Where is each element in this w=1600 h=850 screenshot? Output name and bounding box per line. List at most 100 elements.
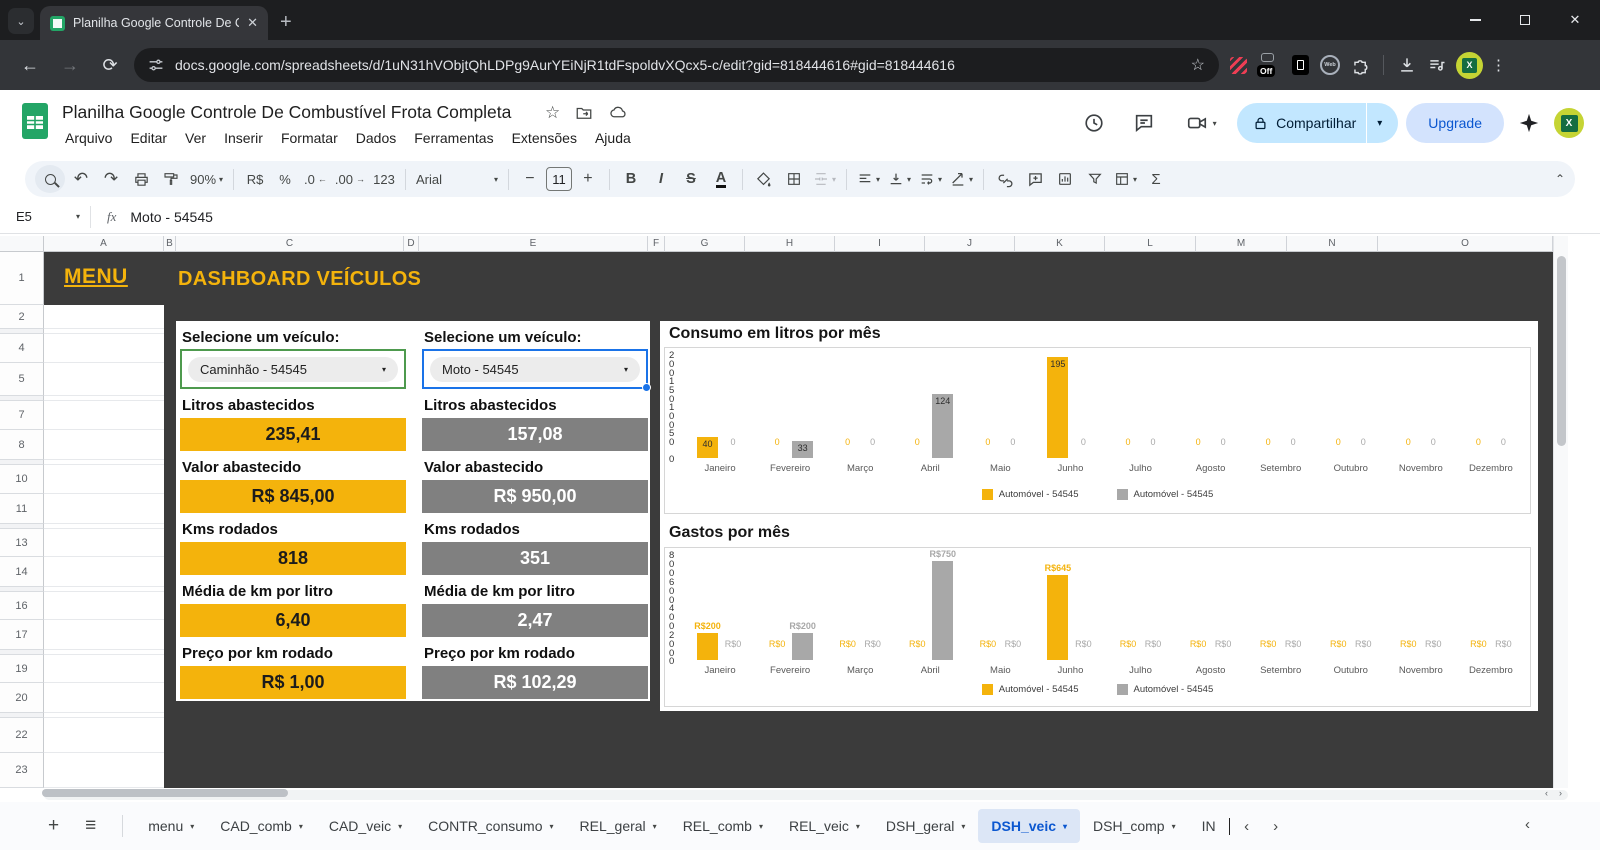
menu-extensões[interactable]: Extensões [503,126,586,150]
font-select[interactable]: Arial ▾ [413,165,501,193]
column-header-K[interactable]: K [1015,236,1105,252]
sheet-tab-DSH_veic[interactable]: DSH_veic ▾ [978,809,1081,843]
undo-button[interactable]: ↶ [67,165,95,193]
horizontal-scrollbar[interactable]: ‹ › [0,788,1600,802]
sheet-tab-CAD_comb[interactable]: CAD_comb ▾ [207,809,316,843]
column-a-cell[interactable] [44,334,164,363]
create-filter-button[interactable] [1081,165,1109,193]
move-folder-icon[interactable] [575,104,593,122]
new-tab-button[interactable]: + [280,12,292,32]
vertical-scrollbar[interactable] [1553,236,1568,788]
column-a-cell[interactable] [44,655,164,683]
comments-icon[interactable] [1123,102,1165,144]
italic-button[interactable]: I [647,165,675,193]
sheet-tab-CAD_veic[interactable]: CAD_veic ▾ [316,809,415,843]
upgrade-button[interactable]: Upgrade [1406,103,1504,143]
formula-input[interactable]: Moto - 54545 [130,209,213,225]
menu-arquivo[interactable]: Arquivo [56,126,121,150]
column-a-cell[interactable] [44,557,164,587]
star-document-icon[interactable]: ☆ [545,103,560,123]
row-header-5[interactable]: 5 [0,363,44,396]
vertical-scrollbar-thumb[interactable] [1557,256,1566,446]
column-header-B[interactable]: B [164,236,176,252]
row-header-19[interactable]: 19 [0,655,44,683]
column-a-cell[interactable] [44,494,164,524]
address-bar[interactable]: docs.google.com/spreadsheets/d/1uN31hVOb… [134,48,1219,82]
row-header-14[interactable]: 14 [0,557,44,587]
borders-button[interactable] [780,165,808,193]
decrease-decimal-button[interactable]: .0 ← [301,165,330,193]
scroll-left-icon[interactable]: ‹ [1545,788,1548,798]
horizontal-scrollbar-thumb[interactable] [42,789,288,797]
more-formats-button[interactable]: 123 [370,165,398,193]
row-header-20[interactable]: 20 [0,683,44,713]
meet-camera-icon[interactable]: ▾ [1173,102,1229,144]
font-size-input[interactable]: 11 [545,167,572,191]
format-currency-button[interactable]: R$ [241,165,269,193]
vehicle-dropdown-right[interactable]: Moto - 54545 ▾ [422,349,651,392]
row-header-1[interactable]: 1 [0,252,44,305]
functions-button[interactable]: Σ [1142,165,1170,193]
extension-doc-icon[interactable] [1289,54,1311,76]
column-a-cell[interactable] [44,753,164,788]
column-header-H[interactable]: H [745,236,835,252]
table-views-button[interactable]: ▾ [1111,165,1140,193]
sheets-logo[interactable] [21,102,49,140]
increase-decimal-button[interactable]: .00 → [332,165,368,193]
menu-link[interactable]: MENU [64,265,128,289]
tabs-scroll-left-icon[interactable]: ‹ [1244,818,1249,835]
menu-dados[interactable]: Dados [347,126,405,150]
paint-format-button[interactable] [157,165,185,193]
document-title[interactable]: Planilha Google Controle De Combustível … [62,102,511,123]
vehicle-dropdown-left[interactable]: Caminhão - 54545 ▾ [180,349,406,389]
select-all-corner[interactable] [0,236,44,252]
extension-red-icon[interactable] [1227,54,1249,76]
row-header-7[interactable]: 7 [0,401,44,430]
bold-button[interactable]: B [617,165,645,193]
browser-menu-icon[interactable]: ⋮ [1491,56,1506,74]
bookmark-star-icon[interactable]: ☆ [1191,55,1205,75]
menu-formatar[interactable]: Formatar [272,126,347,150]
menu-ajuda[interactable]: Ajuda [586,126,640,150]
row-header-13[interactable]: 13 [0,529,44,557]
add-sheet-icon[interactable]: + [48,815,59,837]
fill-color-button[interactable] [750,165,778,193]
sheet-tab-DSH_geral[interactable]: DSH_geral ▾ [873,809,979,843]
media-queue-icon[interactable] [1426,54,1448,76]
insert-comment-button[interactable] [1021,165,1049,193]
sheet-tab-IN[interactable]: IN [1189,809,1229,843]
forward-button[interactable]: → [54,49,86,81]
column-header-D[interactable]: D [404,236,419,252]
minimize-button[interactable] [1450,0,1500,40]
column-a-cell[interactable] [44,718,164,753]
increase-font-button[interactable]: + [574,165,602,193]
tab-close-icon[interactable]: ✕ [247,15,258,31]
sheet-tab-REL_geral[interactable]: REL_geral ▾ [567,809,670,843]
reload-button[interactable]: ⟳ [94,49,126,81]
column-a-cell[interactable] [44,430,164,460]
vertical-align-button[interactable]: ▾ [885,165,914,193]
decrease-font-button[interactable]: − [516,165,544,193]
row-header-4[interactable]: 4 [0,334,44,363]
row-header-10[interactable]: 10 [0,465,44,494]
format-percent-button[interactable]: % [271,165,299,193]
downloads-icon[interactable] [1396,54,1418,76]
horizontal-align-button[interactable]: ▾ [854,165,883,193]
gemini-spark-icon[interactable] [1518,112,1540,134]
sheet-tab-CONTR_consumo[interactable]: CONTR_consumo ▾ [415,809,566,843]
column-a-cell[interactable] [44,363,164,396]
profile-avatar[interactable]: X [1456,51,1483,79]
sheet-tab-menu[interactable]: menu ▾ [135,809,207,843]
row-header-22[interactable]: 22 [0,718,44,753]
row-header-17[interactable]: 17 [0,620,44,650]
strikethrough-button[interactable]: S [677,165,705,193]
row-header-16[interactable]: 16 [0,592,44,620]
scroll-right-icon[interactable]: › [1559,788,1562,798]
account-avatar[interactable]: X [1554,108,1584,138]
row-header-11[interactable]: 11 [0,494,44,524]
site-info-icon[interactable] [148,57,164,73]
column-header-N[interactable]: N [1287,236,1378,252]
browser-tab[interactable]: Planilha Google Controle De Co ✕ [40,6,268,40]
row-header-2[interactable]: 2 [0,305,44,329]
menu-inserir[interactable]: Inserir [215,126,272,150]
